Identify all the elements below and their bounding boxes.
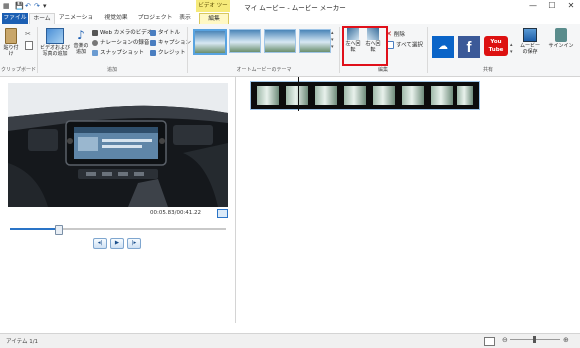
onedrive-icon[interactable]: ☁ [432,36,454,58]
theme-thumbnail[interactable] [193,29,227,55]
signin-button[interactable]: サインイン [547,28,575,49]
caption-icon [150,39,156,46]
minimize-button[interactable]: — [524,0,542,12]
webcam-video-button[interactable]: Web カメラのビデオ [92,29,152,37]
theme-thumbnail[interactable] [264,29,296,53]
credits-button[interactable]: クレジット [150,49,186,57]
pane-splitter[interactable] [235,77,236,323]
storyboard-clip[interactable] [250,81,480,110]
ribbon: 貼り付け ✂ クリップボード ビデオおよび写真の追加 ♪ 音楽の追加 Web カ… [0,24,580,77]
cut-icon[interactable]: ✂ [25,30,31,38]
tab-animation[interactable]: アニメーション [56,13,96,32]
caption-button[interactable]: キャプション [150,39,191,47]
signin-label: サインイン [548,43,574,49]
snapshot-label: スナップショット [100,50,145,56]
zoom-in-icon[interactable]: ⊕ [563,336,569,344]
playhead[interactable] [298,77,299,111]
youtube-icon: You Tube [484,36,508,56]
narration-label: ナレーションの録音 [100,40,150,46]
zoom-out-icon[interactable]: ⊖ [502,336,508,344]
title-icon [150,29,156,36]
credits-icon [150,49,156,56]
app-icon: ▦ [3,2,10,10]
add-music-label: 音楽の追加 [73,43,89,55]
undo-icon[interactable]: ↶ [25,2,31,10]
play-button[interactable]: ▶ [110,238,124,249]
timecode: 00:05.83/00:41.22 [150,210,202,216]
paste-button[interactable]: 貼り付け [3,28,19,57]
microphone-icon [92,39,98,46]
delete-label: 削除 [393,32,405,38]
save-movie-label: ムービーの保存 [519,43,540,55]
clip-frame [315,86,337,105]
item-count: アイテム 1/1 [6,339,39,345]
video-frame-image [8,83,228,207]
add-group-label: 追加 [106,67,117,73]
record-narration-button[interactable]: ナレーションの録音 [92,39,149,47]
clip-frame [373,86,395,105]
redo-icon[interactable]: ↷ [34,2,40,10]
add-videos-label: ビデオおよび写真の追加 [39,45,70,57]
webcam-icon [92,29,98,36]
facebook-icon[interactable]: f [458,36,480,58]
next-frame-button[interactable]: |▸ [127,238,141,249]
tab-project[interactable]: プロジェクト [136,13,174,24]
save-movie-icon [523,28,537,42]
clipboard-group-label: クリップボード [0,67,36,73]
fullscreen-button[interactable] [217,209,228,218]
select-all-button[interactable]: すべて選択 [386,41,423,49]
webcam-label: Web カメラのビデオ [100,30,153,36]
status-bar: アイテム 1/1 ⊖ ⊕ [0,333,580,348]
clip-frame [431,86,453,105]
rotate-highlight-box [342,26,388,66]
snapshot-button[interactable]: スナップショット [92,49,144,57]
window-title: マイ ムービー - ムービー メーカー [244,4,346,12]
title-button[interactable]: タイトル [150,29,180,37]
previous-frame-button[interactable]: ◂| [93,238,107,249]
credits-label: クレジット [158,50,186,56]
tab-visual-effects[interactable]: 視覚効果 [99,13,133,24]
film-photo-icon [46,28,64,44]
person-icon [555,28,567,42]
share-group-label: 共有 [482,67,493,73]
clip-frame [457,86,473,105]
paste-label: 貼り付け [3,45,19,57]
tab-view[interactable]: 表示 [176,13,194,24]
seek-progress [10,228,60,230]
theme-thumbnail[interactable] [299,29,331,53]
video-preview[interactable] [8,83,228,207]
gallery-scroll-icon[interactable]: ▴ ▾ ▾ [331,30,334,51]
add-music-button[interactable]: ♪ 音楽の追加 [72,28,90,55]
close-button[interactable]: ✕ [562,0,580,12]
maximize-button[interactable]: ☐ [543,0,561,12]
youtube-button[interactable]: You Tube [484,36,508,58]
delete-button[interactable]: ✕ 削除 [386,30,405,38]
share-scroll-icon[interactable]: ▴ ▾ [510,42,513,56]
music-note-icon: ♪ [77,28,85,42]
editing-group-label: 編集 [377,67,388,73]
select-all-label: すべて選択 [396,42,423,49]
copy-icon[interactable] [25,41,33,50]
clip-frame [344,86,366,105]
themes-group-label: オートムービーのテーマ [236,67,292,73]
add-videos-photos-button[interactable]: ビデオおよび写真の追加 [39,28,71,57]
snapshot-icon [92,49,98,56]
save-icon[interactable]: 💾 [15,2,24,10]
tab-file[interactable]: ファイル [2,13,28,24]
zoom-thumb[interactable] [533,336,536,343]
clip-frame [286,86,308,105]
clipboard-icon [5,28,17,44]
group-separator [187,27,188,73]
save-movie-button[interactable]: ムービーの保存 [518,28,542,55]
title-bar: ▦ 💾 ↶ ↷ ▾ ビデオ ツール マイ ムービー - ムービー メーカー — … [0,0,580,21]
theme-thumbnail[interactable] [229,29,261,53]
title-label: タイトル [158,30,181,36]
clip-frame [402,86,424,105]
clip-frame [257,86,279,105]
seek-thumb[interactable] [55,225,63,235]
customize-quick-access-icon[interactable]: ▾ [43,2,47,10]
thumbnail-size-icon[interactable] [484,337,495,346]
